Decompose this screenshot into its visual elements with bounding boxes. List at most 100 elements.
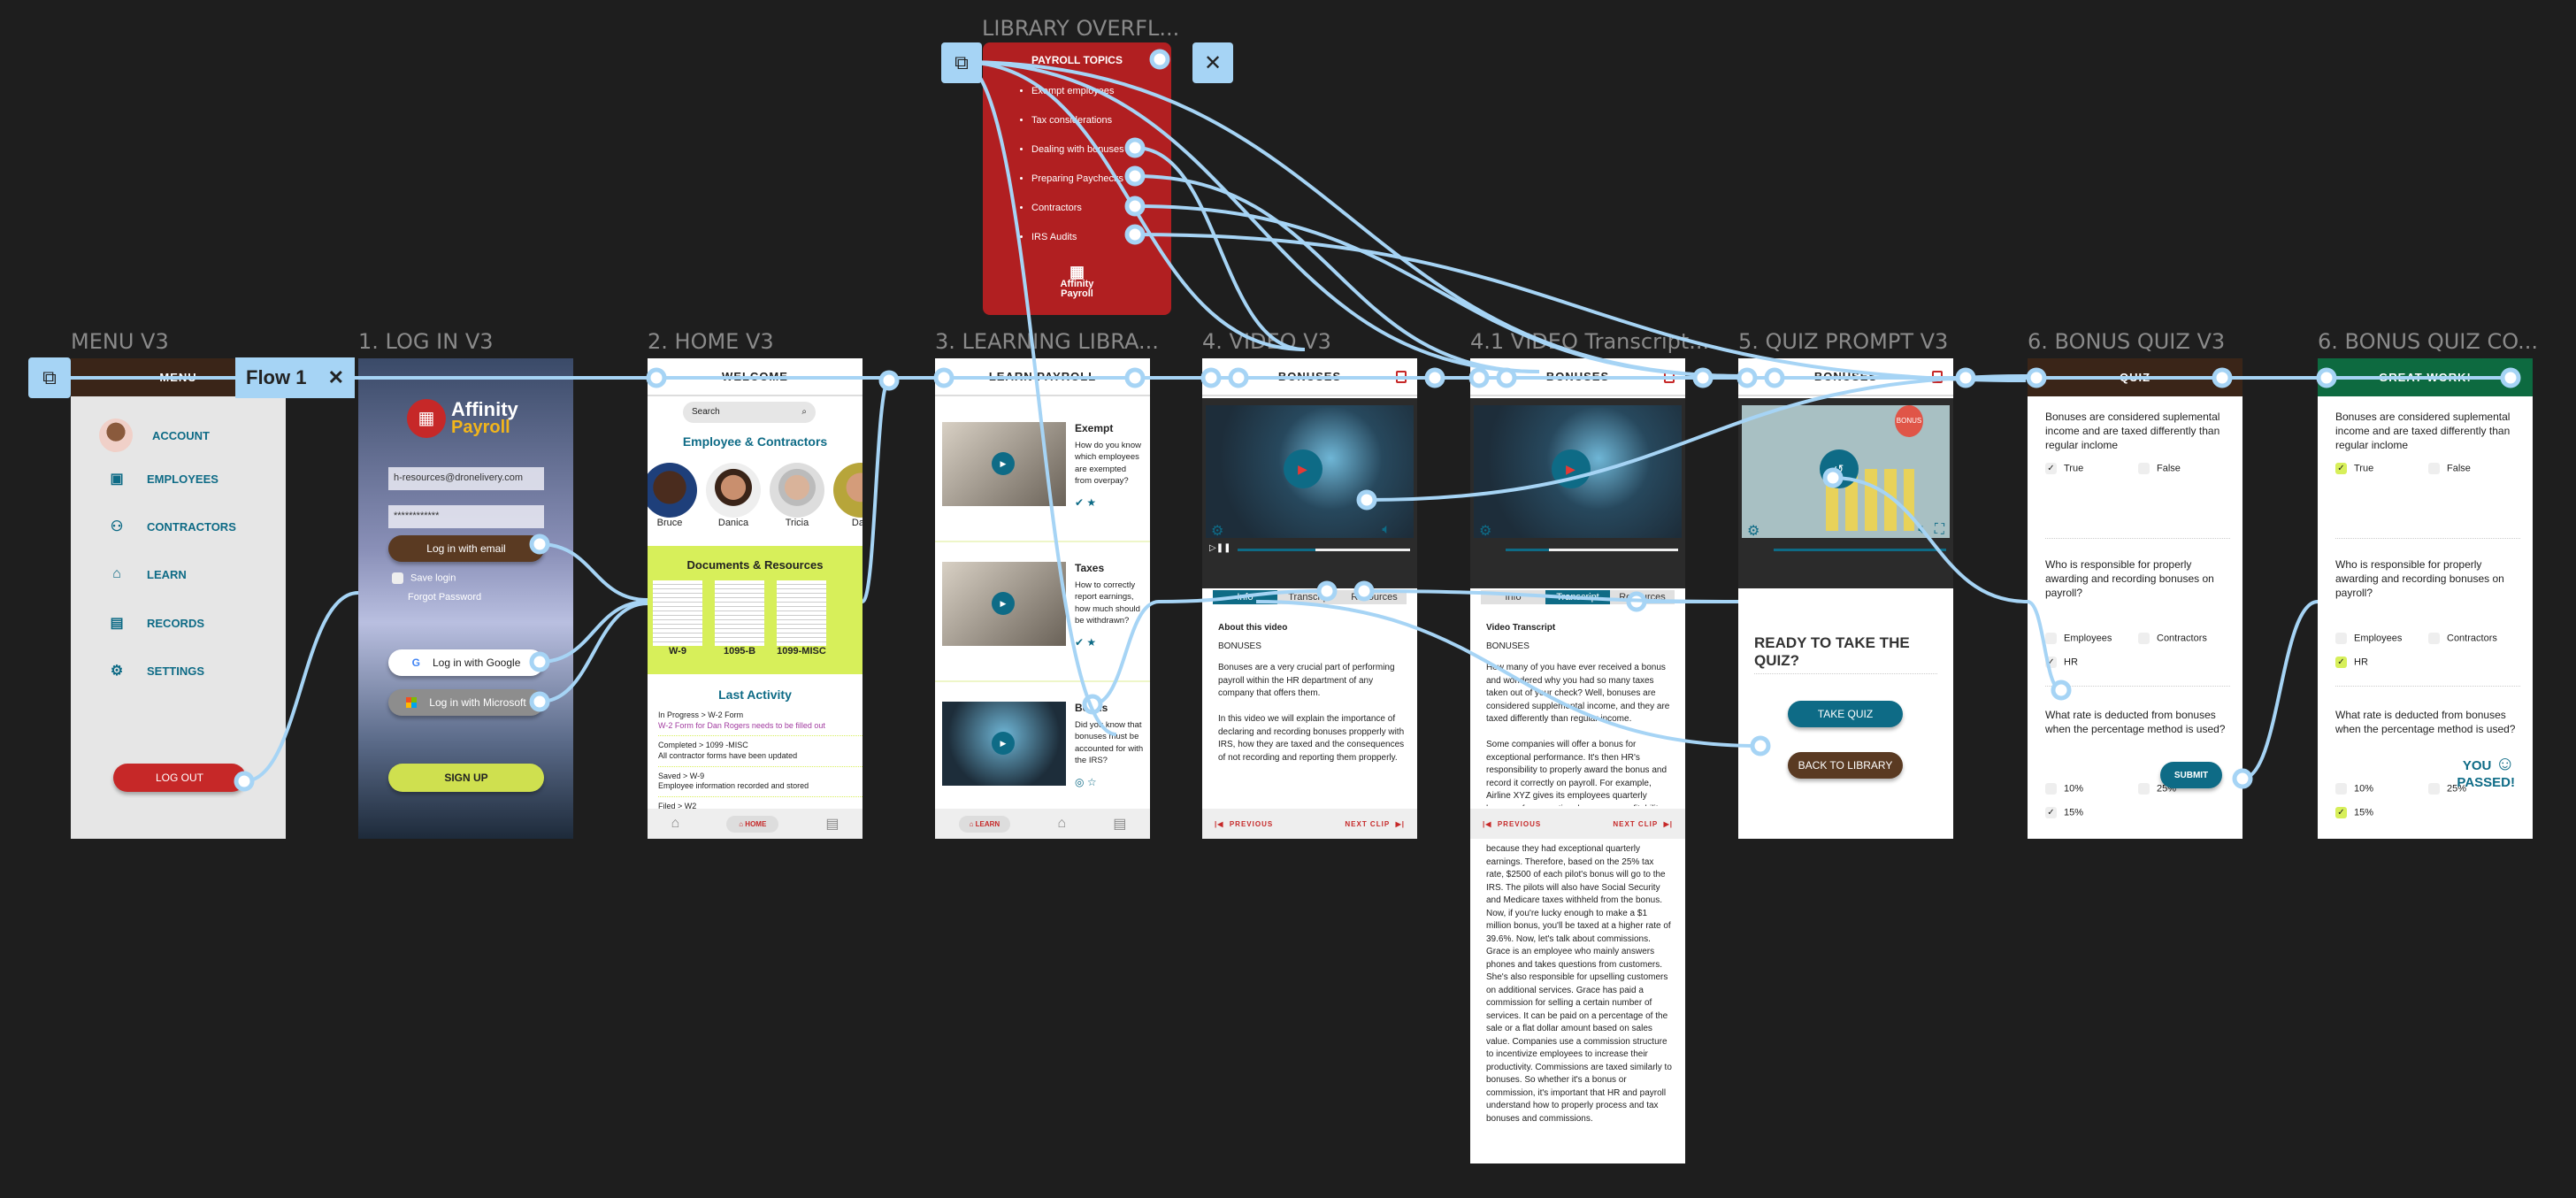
star-outline-icon[interactable]: ☆ [1087, 776, 1097, 788]
frame-title-quiz[interactable]: 6. BONUS QUIZ V3 [2028, 329, 2225, 354]
video-player[interactable]: BONUS ↺ ⚙ 🔈︎ ⛶ [1738, 398, 1953, 588]
google-login-button[interactable]: G Log in with Google [388, 649, 544, 676]
microsoft-login-button[interactable]: Log in with Microsoft [388, 689, 544, 716]
doc-1099misc[interactable]: 1099-MISC [777, 580, 826, 657]
checkbox[interactable] [392, 572, 403, 584]
frame-title-learn[interactable]: 3. LEARNING LIBRA... [935, 329, 1159, 354]
records-nav-icon[interactable]: ▤ [825, 815, 839, 833]
topic-item[interactable]: Dealing with bonuses [1031, 135, 1171, 165]
activity-item[interactable]: Completed > 1099 -MISC All contractor for… [658, 736, 862, 767]
email-field[interactable]: h-resources@dronelivery.com [388, 467, 544, 490]
take-quiz-button[interactable]: TAKE QUIZ [1788, 701, 1903, 727]
previous-button[interactable]: |◀ PREVIOUS [1483, 820, 1541, 828]
menu-item-account[interactable]: ACCOUNT [99, 419, 210, 452]
close-icon[interactable]: ✕ [328, 366, 344, 389]
play-icon[interactable]: ▶ [992, 592, 1015, 615]
topic-item[interactable]: Preparing Paychecks [1031, 165, 1171, 194]
topic-item[interactable]: IRS Audits [1031, 223, 1171, 252]
menu-icon[interactable] [1129, 371, 1139, 383]
frame-title-complete[interactable]: 6. BONUS QUIZ CO... [2318, 329, 2538, 354]
frame-title-video[interactable]: 4. VIDEO V3 [1202, 329, 1331, 354]
topic-item[interactable]: Contractors [1031, 194, 1171, 223]
checkbox[interactable] [2045, 783, 2057, 795]
checkbox[interactable] [2335, 783, 2347, 795]
logout-button[interactable]: LOG OUT [113, 764, 246, 792]
person-card[interactable]: Danica [706, 463, 761, 528]
tab-resources[interactable]: Resources [1342, 590, 1407, 604]
learn-nav-icon[interactable]: ⌂ [671, 816, 680, 832]
home-nav-button[interactable]: ⌂ HOME [726, 815, 779, 833]
frame-title-quiz-prompt[interactable]: 5. QUIZ PROMPT V3 [1738, 329, 1948, 354]
menu-item-employees[interactable]: ▣ EMPLOYEES [106, 470, 218, 488]
device-icon[interactable]: ⧉ [941, 42, 982, 83]
video-progress-bar[interactable] [1506, 549, 1678, 551]
answer-option[interactable]: Contractors [2138, 633, 2227, 644]
video-player[interactable]: ▶ ⚙ [1470, 398, 1685, 588]
connection-node[interactable] [1692, 367, 1714, 388]
check-icon[interactable]: ✓ [2045, 807, 2057, 818]
play-icon[interactable]: ▶ [992, 452, 1015, 475]
connection-node[interactable] [1955, 367, 1976, 388]
answer-option[interactable]: ✓ HR [2335, 657, 2428, 668]
menu-item-contractors[interactable]: ⚇ CONTRACTORS [106, 518, 236, 535]
frame-title-home[interactable]: 2. HOME V3 [648, 329, 774, 354]
answer-option[interactable]: ✓ True [2045, 463, 2138, 474]
answer-option[interactable]: ✓ 15% [2045, 807, 2138, 818]
search-input[interactable]: Search ⌕ [683, 402, 816, 423]
checkbox[interactable] [2138, 633, 2150, 644]
answer-option[interactable]: ✓ HR [2045, 657, 2138, 668]
checkbox[interactable] [2045, 633, 2057, 644]
replay-icon[interactable]: ↺ [1819, 449, 1859, 488]
video-player[interactable]: ▶ ⚙ 🔈︎ ▷❚❚ [1202, 398, 1417, 588]
frame-title-transcript[interactable]: 4.1 VIDEO Transcript... [1470, 329, 1709, 354]
answer-option[interactable]: ✓ 15% [2335, 807, 2428, 818]
activity-item[interactable]: In Progress > W-2 Form W-2 Form for Dan R… [658, 710, 862, 737]
answer-option[interactable]: Employees [2045, 633, 2138, 644]
checkbox[interactable] [2428, 633, 2440, 644]
activity-item[interactable]: Saved > W-9 Employee information recorded… [658, 767, 862, 798]
previous-button[interactable]: |◀ PREVIOUS [1215, 820, 1273, 828]
password-field[interactable]: ************ [388, 505, 544, 528]
checkbox[interactable] [2428, 783, 2440, 795]
checkbox[interactable] [2428, 463, 2440, 474]
tab-transcript[interactable]: Transcript [1277, 590, 1342, 604]
star-filled-icon[interactable]: ★ [1086, 636, 1096, 649]
tab-info[interactable]: Info [1213, 590, 1277, 604]
tab-info[interactable]: Info [1481, 590, 1545, 604]
check-icon[interactable]: ✓ [2045, 463, 2057, 474]
frame-title-menu[interactable]: MENU V3 [71, 329, 169, 354]
gear-icon[interactable]: ⚙ [1479, 522, 1491, 540]
play-icon[interactable]: ▶ [992, 732, 1015, 755]
play-icon[interactable]: ▶ [1283, 449, 1322, 488]
records-nav-icon[interactable]: ▤ [1113, 815, 1126, 833]
gear-icon[interactable]: ⚙ [1211, 522, 1223, 540]
frame-title-library[interactable]: LIBRARY OVERFL... [982, 16, 1179, 41]
menu-item-records[interactable]: ▤ RECORDS [106, 614, 204, 632]
play-icon[interactable]: ▶ [1551, 449, 1591, 488]
next-clip-button[interactable]: NEXT CLIP ▶| [1345, 820, 1405, 828]
video-progress-bar[interactable] [1774, 549, 1946, 551]
tab-transcript[interactable]: Transcript [1545, 590, 1610, 604]
topic-item[interactable]: Tax considerations [1031, 106, 1171, 135]
menu-icon[interactable] [1664, 371, 1675, 383]
back-to-library-button[interactable]: BACK TO LIBRARY [1788, 752, 1903, 779]
topic-item[interactable]: Exempt employees [1031, 77, 1171, 106]
answer-option[interactable]: 10% [2335, 783, 2428, 795]
submit-button[interactable]: SUBMIT [2160, 762, 2222, 788]
home-nav-icon[interactable]: ⌂ [1057, 816, 1066, 832]
answer-option[interactable]: ✓ True [2335, 463, 2428, 474]
check-icon[interactable]: ✓ [2335, 463, 2347, 474]
person-card[interactable]: Dan [833, 463, 862, 528]
answer-option[interactable]: False [2138, 463, 2227, 474]
signup-button[interactable]: SIGN UP [388, 764, 544, 792]
answer-option[interactable]: Contractors [2428, 633, 2517, 644]
learn-nav-button[interactable]: ⌂ LEARN [958, 815, 1011, 833]
answer-option[interactable]: 10% [2045, 783, 2138, 795]
forgot-password-link[interactable]: Forgot Password [408, 592, 481, 603]
connection-node[interactable] [1424, 367, 1445, 388]
connection-node[interactable] [878, 370, 900, 391]
close-overlay-button[interactable]: ✕ [1192, 42, 1233, 83]
checkbox[interactable] [2138, 783, 2150, 795]
play-pause-icon[interactable]: ▷❚❚ [1209, 543, 1230, 553]
lesson-card[interactable]: ▶ Exempt How do you know which employees… [935, 410, 1150, 542]
